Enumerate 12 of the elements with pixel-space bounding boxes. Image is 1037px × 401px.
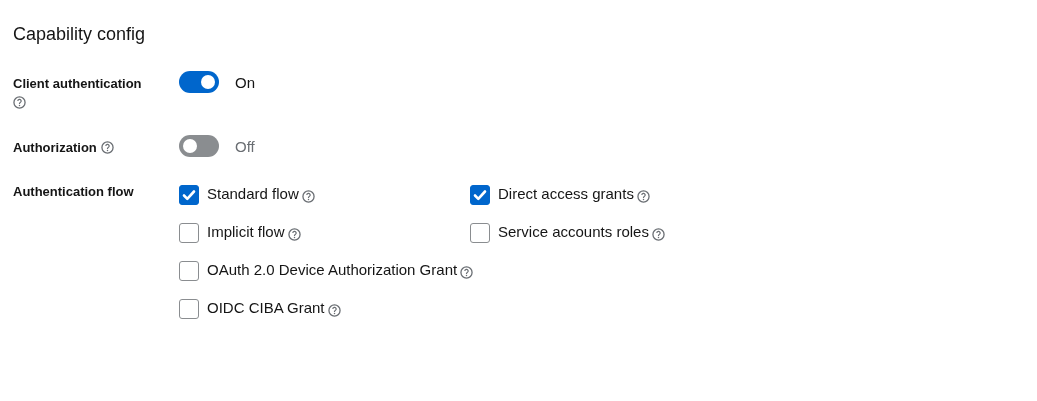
toggle-state: On [235,73,255,91]
checkbox-label[interactable]: OIDC CIBA Grant [207,298,325,316]
field-label: Authorization [13,140,97,155]
checkbox-label[interactable]: Implicit flow [207,222,285,240]
checkbox-label[interactable]: Standard flow [207,184,299,202]
field-label: Client authentication [13,76,142,91]
checkbox-label[interactable]: Service accounts roles [498,222,649,240]
checkbox-label[interactable]: Direct access grants [498,184,634,202]
section-title: Capability config [13,23,147,46]
toggle-state: Off [235,137,255,155]
checkbox-label[interactable]: OAuth 2.0 Device Authorization Grant [207,260,458,278]
field-label: Authentication flow [13,184,134,199]
